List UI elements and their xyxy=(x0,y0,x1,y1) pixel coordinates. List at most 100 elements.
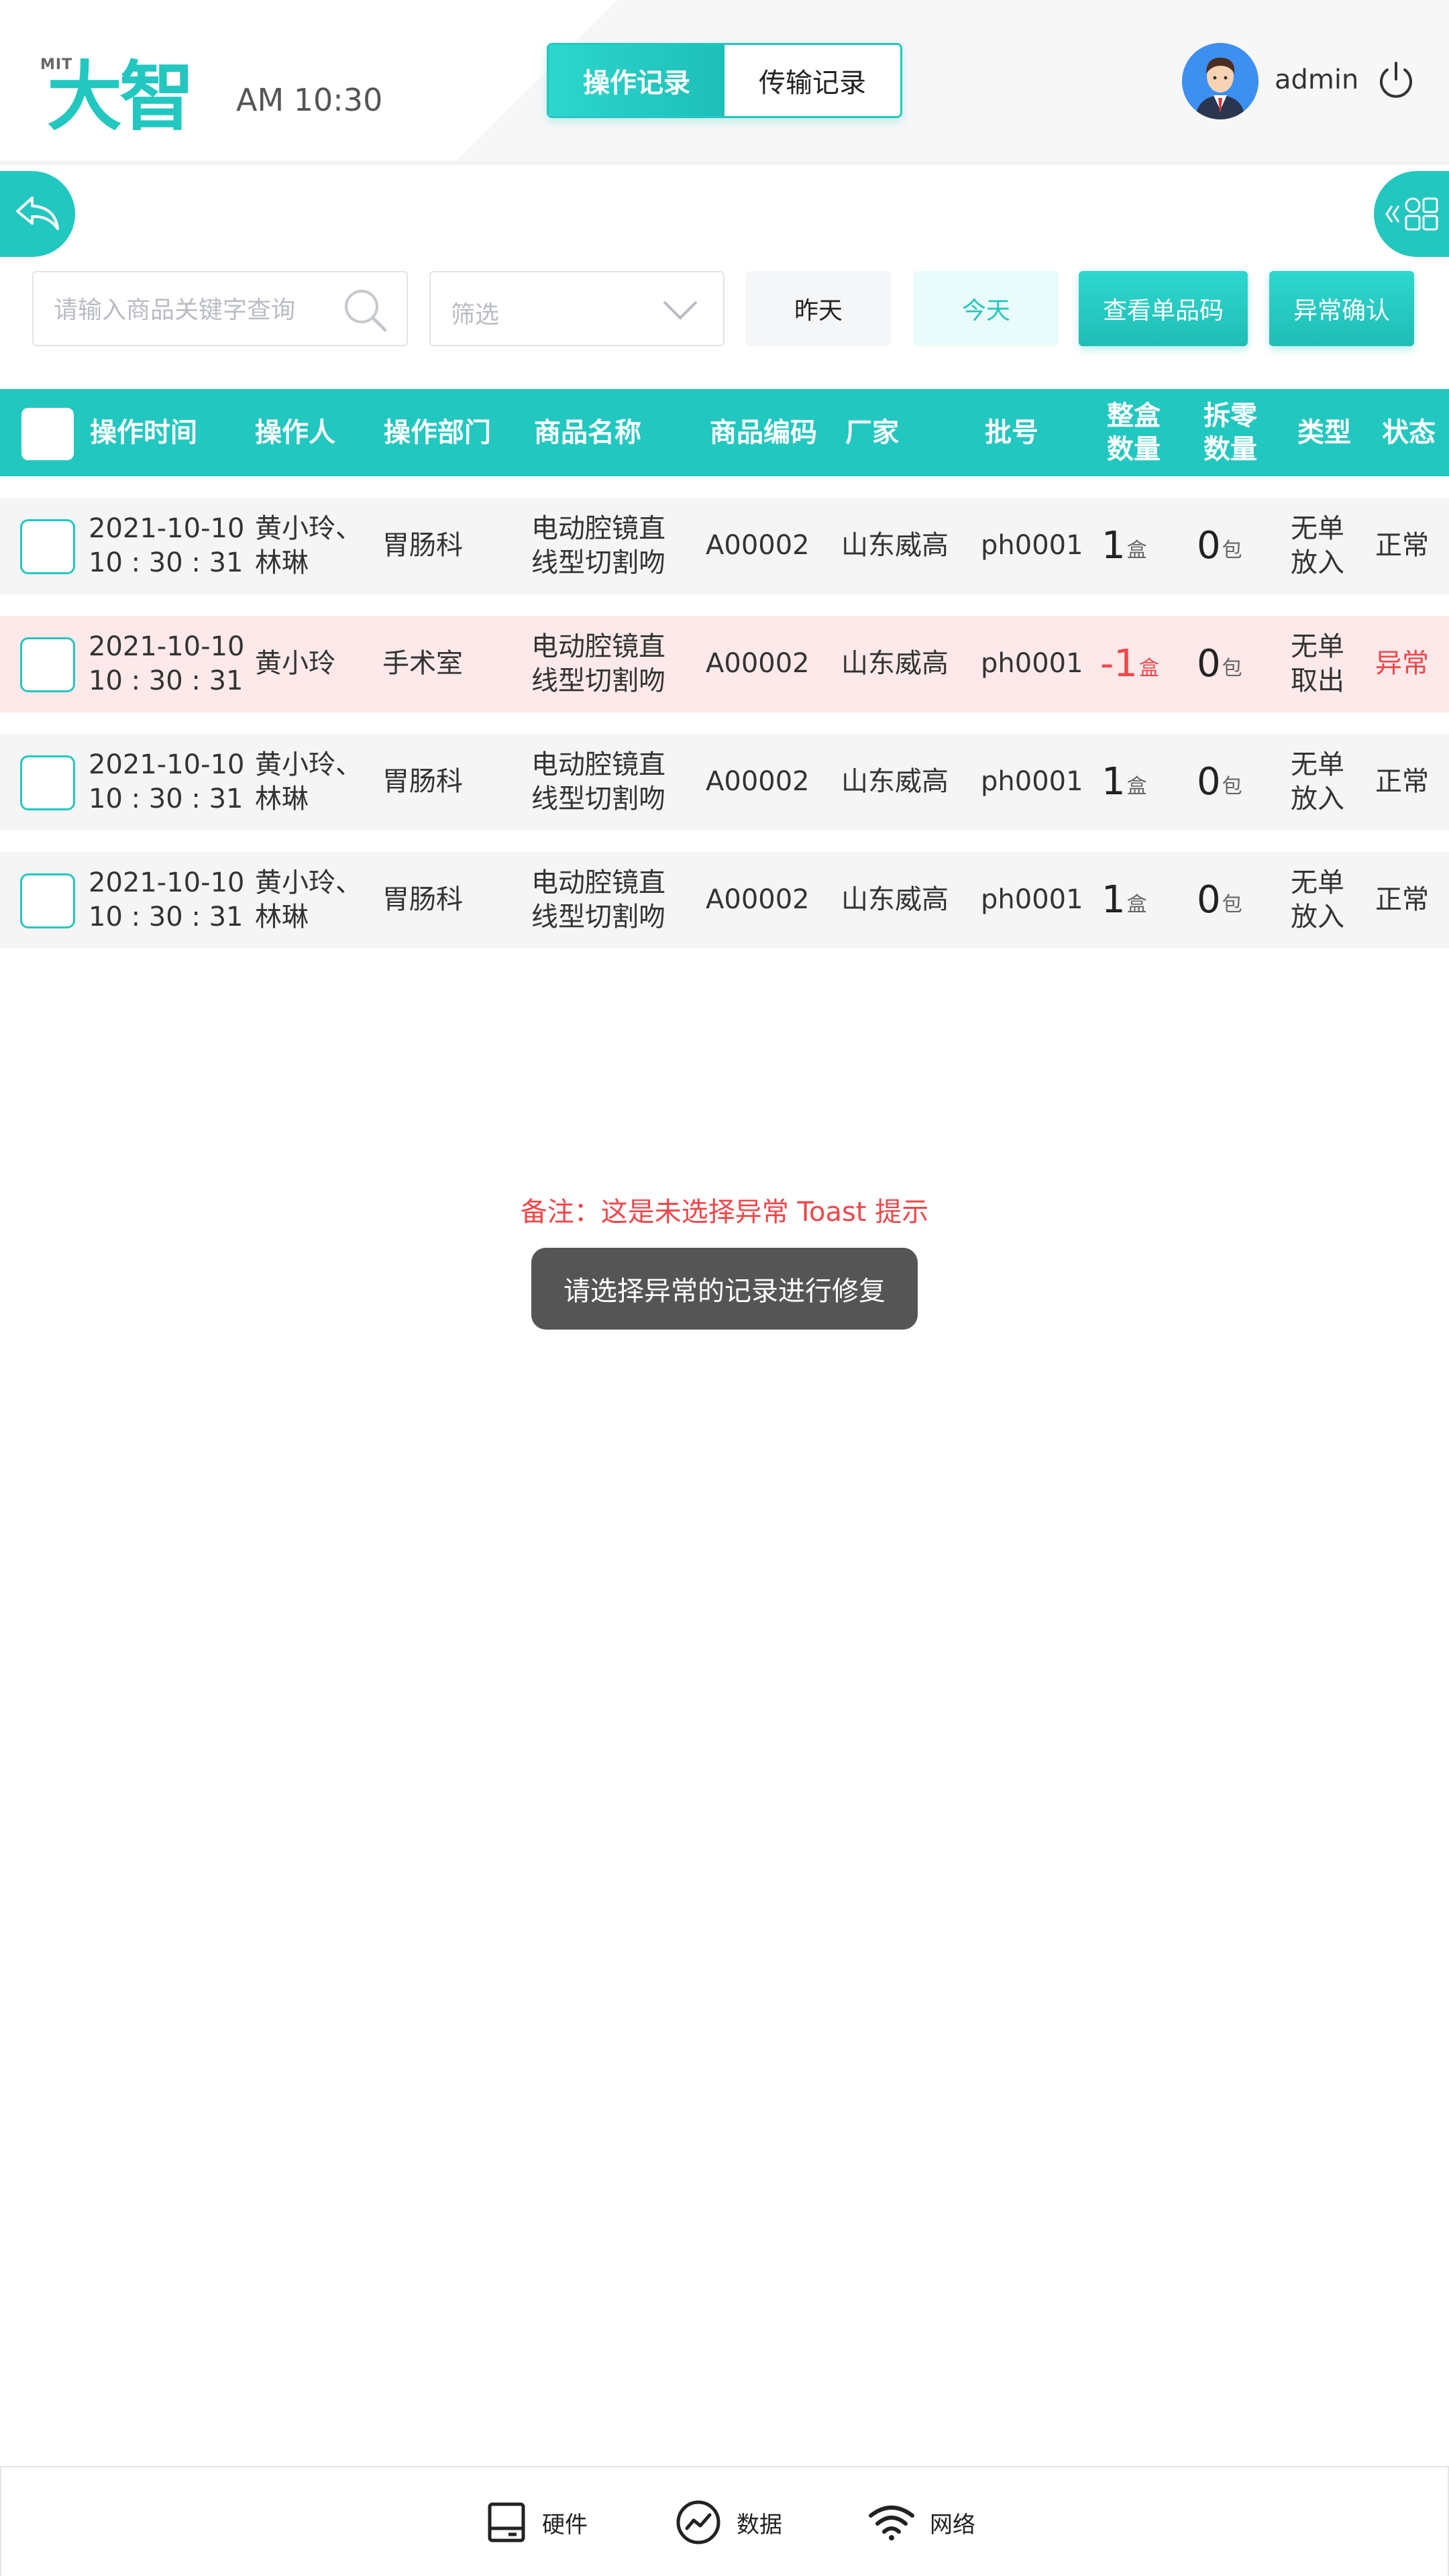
network-status[interactable]: 网络 xyxy=(868,2467,975,2576)
header-loose-qty-line1: 拆零 xyxy=(1203,400,1257,431)
filter-select[interactable]: 筛选 xyxy=(429,271,724,346)
header-type: 类型 xyxy=(1297,417,1351,448)
row-type-line1: 无单 xyxy=(1291,513,1344,544)
row-box-qty-unit: 盒 xyxy=(1126,892,1147,916)
search-icon[interactable] xyxy=(342,287,388,333)
logo-mit: MIT xyxy=(40,56,73,73)
filter-select-value: 筛选 xyxy=(451,301,500,329)
row-loose-qty-value: 0 xyxy=(1197,878,1221,922)
header-loose-qty: 拆零 数量 xyxy=(1203,389,1257,476)
row-operator: 黄小玲 xyxy=(255,648,335,680)
row-operator-line2: 林琳 xyxy=(255,784,309,814)
hardware-icon xyxy=(488,2502,525,2542)
bottom-status-bar: 硬件 数据 网络 xyxy=(0,2466,1449,2576)
row-box-qty-unit: 盒 xyxy=(1138,656,1159,680)
toast-note: 备注：这是未选择异常 Toast 提示 xyxy=(520,1197,929,1228)
row-product-name-line2: 线型切割吻 xyxy=(531,902,665,932)
header-divider xyxy=(0,161,1449,165)
data-status[interactable]: 数据 xyxy=(675,2467,782,2576)
header-box-qty: 整盒 数量 xyxy=(1107,389,1161,476)
table-row[interactable]: 2021-10-10 10 : 30 : 31 黄小玲 手术室 电动腔镜直 线型… xyxy=(0,616,1449,712)
row-type-line2: 放入 xyxy=(1291,547,1344,578)
row-checkbox[interactable] xyxy=(20,637,75,692)
row-product-name-line1: 电动腔镜直 xyxy=(531,513,665,544)
row-operator: 黄小玲、 林琳 xyxy=(255,734,362,830)
row-type-line2: 放入 xyxy=(1291,902,1344,932)
row-loose-qty-unit: 包 xyxy=(1222,774,1242,798)
apps-menu-button[interactable] xyxy=(1374,171,1449,257)
brand-logo: 大智 MIT xyxy=(40,42,208,141)
yesterday-button[interactable]: 昨天 xyxy=(746,271,891,346)
row-loose-qty-unit: 包 xyxy=(1222,656,1242,680)
row-time: 2021-10-10 10 : 30 : 31 xyxy=(89,498,244,594)
row-date: 2021-10-10 xyxy=(89,631,245,662)
row-date: 2021-10-10 xyxy=(89,867,245,898)
table-row[interactable]: 2021-10-10 10 : 30 : 31 黄小玲、 林琳 胃肠科 电动腔镜… xyxy=(0,734,1449,830)
chevron-down-icon xyxy=(663,301,698,320)
hardware-status[interactable]: 硬件 xyxy=(486,2467,588,2576)
row-checkbox[interactable] xyxy=(20,873,75,928)
row-status: 正常 xyxy=(1375,884,1429,916)
record-type-switch: 操作记录 传输记录 xyxy=(547,43,902,118)
row-product-code: A00002 xyxy=(706,648,810,680)
row-time: 2021-10-10 10 : 30 : 31 xyxy=(89,616,244,712)
data-label: 数据 xyxy=(737,2511,782,2538)
row-date: 2021-10-10 xyxy=(89,749,245,780)
row-type: 无单 放入 xyxy=(1291,852,1344,949)
network-label: 网络 xyxy=(930,2511,975,2538)
row-type-line1: 无单 xyxy=(1291,867,1344,898)
row-product-name-line2: 线型切割吻 xyxy=(531,547,665,578)
row-type-line1: 无单 xyxy=(1291,631,1344,662)
row-product-name-line2: 线型切割吻 xyxy=(531,665,665,696)
table-header: 操作时间 操作人 操作部门 商品名称 商品编码 厂家 批号 整盒 数量 拆零 数… xyxy=(0,389,1449,476)
row-product-name: 电动腔镜直 线型切割吻 xyxy=(531,734,665,830)
row-box-qty-value: 1 xyxy=(1102,878,1126,922)
row-checkbox[interactable] xyxy=(20,755,75,810)
row-loose-qty-value: 0 xyxy=(1197,524,1221,568)
row-loose-qty-value: 0 xyxy=(1197,642,1221,686)
row-loose-qty-unit: 包 xyxy=(1222,892,1242,916)
view-item-code-button[interactable]: 查看单品码 xyxy=(1079,271,1248,346)
table-row[interactable]: 2021-10-10 10 : 30 : 31 黄小玲、 林琳 胃肠科 电动腔镜… xyxy=(0,852,1449,949)
row-dept: 胃肠科 xyxy=(382,884,463,916)
tab-operation-records[interactable]: 操作记录 xyxy=(549,45,724,116)
header-box-qty-line1: 整盒 xyxy=(1107,400,1161,431)
row-box-qty-value: -1 xyxy=(1100,642,1138,686)
row-clock: 10 : 30 : 31 xyxy=(89,665,244,696)
row-type-line1: 无单 xyxy=(1291,749,1344,780)
row-product-name: 电动腔镜直 线型切割吻 xyxy=(531,852,665,949)
header-product-name: 商品名称 xyxy=(534,417,641,448)
row-operator-line1: 黄小玲、 xyxy=(255,749,362,780)
row-loose-qty: 0包 xyxy=(1197,498,1242,594)
user-avatar-icon xyxy=(1182,43,1258,119)
header-batch: 批号 xyxy=(985,417,1038,448)
row-dept: 胃肠科 xyxy=(382,766,463,798)
today-button[interactable]: 今天 xyxy=(914,271,1059,346)
logo-text: 大智 xyxy=(47,54,195,141)
row-status: 异常 xyxy=(1375,648,1429,680)
row-maker: 山东威高 xyxy=(841,884,949,916)
header-product-code: 商品编码 xyxy=(710,417,817,448)
row-product-name-line1: 电动腔镜直 xyxy=(531,749,665,780)
avatar[interactable] xyxy=(1182,43,1258,119)
row-status: 正常 xyxy=(1375,766,1429,798)
confirm-abnormal-button[interactable]: 异常确认 xyxy=(1269,271,1414,346)
search-input[interactable] xyxy=(54,292,342,327)
tab-transfer-records[interactable]: 传输记录 xyxy=(724,45,900,116)
back-button[interactable] xyxy=(0,171,75,257)
row-checkbox[interactable] xyxy=(20,519,75,574)
toast-message: 请选择异常的记录进行修复 xyxy=(531,1248,918,1330)
row-box-qty-unit: 盒 xyxy=(1126,774,1147,798)
header-loose-qty-line2: 数量 xyxy=(1203,434,1257,465)
power-icon[interactable] xyxy=(1375,59,1417,101)
row-product-name-line1: 电动腔镜直 xyxy=(531,631,665,662)
row-loose-qty: 0包 xyxy=(1197,616,1242,712)
row-loose-qty-value: 0 xyxy=(1197,760,1221,804)
table-row[interactable]: 2021-10-10 10 : 30 : 31 黄小玲、 林琳 胃肠科 电动腔镜… xyxy=(0,498,1449,594)
row-maker: 山东威高 xyxy=(841,530,949,561)
row-operator-line2: 林琳 xyxy=(255,547,309,578)
row-product-name: 电动腔镜直 线型切割吻 xyxy=(531,498,665,594)
row-loose-qty: 0包 xyxy=(1197,852,1242,949)
row-product-code: A00002 xyxy=(706,884,810,916)
select-all-checkbox[interactable] xyxy=(21,408,74,460)
